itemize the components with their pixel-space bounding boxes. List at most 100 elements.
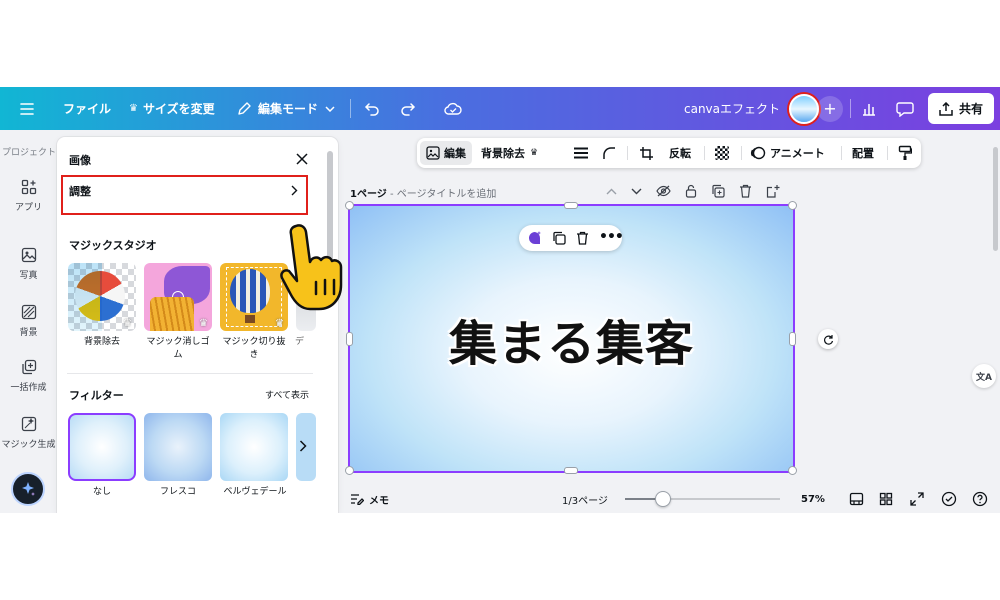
- crop-icon[interactable]: [639, 138, 654, 168]
- crown-icon: ♛: [129, 103, 138, 114]
- file-menu[interactable]: ファイル: [63, 87, 111, 130]
- transparency-icon[interactable]: [715, 138, 729, 168]
- cloud-saved-icon[interactable]: [444, 87, 462, 130]
- crown-icon: ♛: [199, 318, 208, 329]
- share-label: 共有: [958, 102, 983, 116]
- position-button[interactable]: 配置: [852, 138, 874, 168]
- avatar[interactable]: [789, 93, 819, 124]
- magic-eraser-thumbnail[interactable]: ♛: [144, 263, 212, 331]
- trash-icon[interactable]: [739, 184, 752, 198]
- caption-magic-eraser: マジック消しゴ: [146, 337, 210, 347]
- check-circle-icon[interactable]: [941, 485, 957, 513]
- fullscreen-icon[interactable]: [910, 485, 924, 513]
- edit-image-button[interactable]: 編集: [420, 141, 472, 165]
- design-title[interactable]: canvaエフェクト: [684, 87, 780, 130]
- close-icon[interactable]: [295, 151, 309, 165]
- filter-none-thumbnail[interactable]: [68, 413, 136, 481]
- translate-icon[interactable]: 文A: [972, 364, 996, 388]
- zoom-value[interactable]: 57%: [801, 485, 825, 513]
- adjust-menu-item[interactable]: 調整: [61, 175, 308, 215]
- insights-chart-icon[interactable]: [861, 87, 877, 130]
- resize-handle-bottom-left[interactable]: [345, 466, 354, 475]
- border-style-icon[interactable]: [573, 138, 589, 168]
- resize-handle-bottom[interactable]: [564, 467, 578, 474]
- undo-icon[interactable]: [364, 87, 380, 130]
- page-title-input[interactable]: - ページタイトルを追加: [390, 189, 496, 200]
- rail-label-bulk-create: 一括作成: [10, 383, 47, 393]
- zoom-slider[interactable]: [625, 485, 780, 513]
- add-page-icon[interactable]: [766, 184, 780, 198]
- divider: [704, 146, 705, 160]
- page-number-label: 1ページ: [350, 189, 387, 200]
- flip-button[interactable]: 反転: [669, 138, 691, 168]
- duplicate-icon[interactable]: [552, 231, 566, 245]
- resize-label: サイズを変更: [142, 102, 215, 116]
- add-collaborator-icon[interactable]: +: [817, 95, 843, 122]
- rail-projects-label[interactable]: プロジェクト: [2, 145, 56, 158]
- chevron-right-icon: [291, 185, 298, 196]
- grid-view-icon[interactable]: [879, 485, 893, 513]
- notes-icon: [351, 494, 364, 505]
- page-view-icon[interactable]: [849, 485, 864, 513]
- hide-eye-icon[interactable]: [656, 185, 671, 197]
- share-button[interactable]: 共有: [928, 93, 994, 124]
- chevron-down-icon[interactable]: [631, 188, 642, 195]
- copy-style-paint-roller-icon[interactable]: [898, 138, 912, 168]
- animate-button[interactable]: アニメート: [750, 138, 825, 168]
- help-icon[interactable]: [972, 485, 988, 513]
- headline-text[interactable]: 集まる集客: [350, 304, 793, 374]
- redo-icon[interactable]: [400, 87, 416, 130]
- canvas-scrollbar[interactable]: [993, 147, 998, 251]
- resize-handle-top-right[interactable]: [788, 201, 797, 210]
- notes-button[interactable]: メモ: [350, 485, 389, 513]
- rail-item-magic-generate[interactable]: マジック生成: [0, 414, 57, 450]
- caption-bg-remove: 背景除去: [83, 337, 120, 347]
- edit-mode-label: 編集モード: [258, 102, 319, 116]
- page-actions: [606, 183, 780, 199]
- rail-item-background[interactable]: 背景: [0, 302, 57, 338]
- design-page[interactable]: 集まる集客 •••: [345, 201, 797, 475]
- filter-belvedere-thumbnail[interactable]: [220, 413, 288, 481]
- lock-icon[interactable]: [685, 184, 697, 198]
- rotate-handle-icon[interactable]: [818, 329, 838, 349]
- image-edit-panel: 画像 調整 マジックスタジオ ♛ ♛ ♛ 背景除去 マジック消しゴ ム マジック…: [57, 137, 338, 513]
- bg-remove-label: 背景除去: [481, 147, 525, 160]
- resize-handle-top[interactable]: [564, 202, 578, 209]
- resize-handle-bottom-right[interactable]: [788, 466, 797, 475]
- magic-assistant-button[interactable]: [11, 472, 45, 506]
- corner-rounding-icon[interactable]: [602, 138, 616, 168]
- divider: [850, 99, 851, 118]
- pointing-hand-icon: [280, 224, 343, 311]
- magic-comment-icon[interactable]: [527, 230, 543, 246]
- pencil-icon: [238, 102, 251, 115]
- see-all-link[interactable]: すべて表示: [265, 388, 309, 401]
- filters-next-arrow[interactable]: [299, 437, 315, 457]
- resize-handle-top-left[interactable]: [345, 201, 354, 210]
- fries-image: [150, 297, 194, 331]
- edit-mode-dropdown[interactable]: 編集モード: [237, 87, 335, 130]
- trash-icon[interactable]: [576, 231, 589, 245]
- duplicate-page-icon[interactable]: [711, 184, 725, 198]
- menu-icon[interactable]: [20, 87, 34, 130]
- bg-remove-button[interactable]: 背景除去 ♛: [481, 138, 538, 168]
- resize-handle-right[interactable]: [789, 332, 796, 346]
- divider: [741, 146, 742, 160]
- filter-fresco-thumbnail[interactable]: [144, 413, 212, 481]
- bg-remove-thumbnail[interactable]: ♛: [68, 263, 136, 331]
- rail-item-apps[interactable]: アプリ: [0, 177, 57, 213]
- rail-label-magic-generate: マジック生成: [1, 440, 56, 450]
- divider: [841, 146, 842, 160]
- page-indicator[interactable]: 1/3ページ: [562, 485, 608, 513]
- bulk-create-icon: [19, 357, 39, 377]
- rail-item-photos[interactable]: 写真: [0, 245, 57, 281]
- chevron-up-icon[interactable]: [606, 188, 617, 195]
- comment-icon[interactable]: [896, 87, 914, 130]
- avatar-group[interactable]: +: [789, 87, 843, 130]
- rail-item-bulk-create[interactable]: 一括作成: [0, 357, 57, 393]
- resize-handle-left[interactable]: [346, 332, 353, 346]
- resize-button[interactable]: ♛ サイズを変更: [129, 87, 215, 130]
- more-options-icon[interactable]: •••: [599, 230, 624, 244]
- left-rail: プロジェクト アプリ 写真 背景 一括作成 マジック生成: [0, 130, 57, 513]
- selection-box: [226, 267, 282, 327]
- zoom-slider-thumb[interactable]: [655, 491, 672, 507]
